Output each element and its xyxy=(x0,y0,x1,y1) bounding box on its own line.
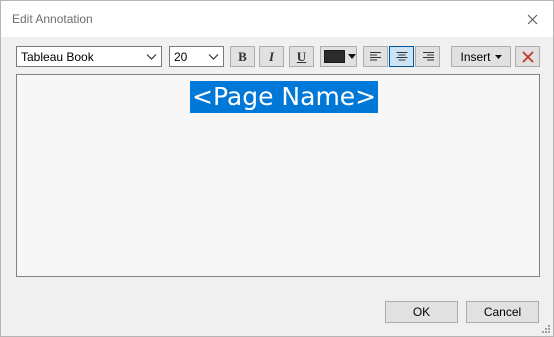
insert-label: Insert xyxy=(460,49,491,64)
ok-label: OK xyxy=(412,305,431,319)
resize-grip-icon[interactable] xyxy=(541,324,551,334)
align-right-icon xyxy=(422,52,434,61)
caret-down-icon xyxy=(348,54,356,59)
close-icon xyxy=(527,14,537,24)
insert-button[interactable]: Insert xyxy=(451,46,511,67)
cancel-label: Cancel xyxy=(483,305,522,319)
align-right-button[interactable] xyxy=(415,46,440,67)
font-color-button[interactable] xyxy=(320,46,357,67)
title-bar: Edit Annotation xyxy=(1,1,553,37)
edit-annotation-dialog: Edit Annotation Tableau Book 20 B I U In… xyxy=(0,0,554,337)
clear-x-icon xyxy=(521,50,534,63)
chevron-down-icon xyxy=(208,54,219,60)
bold-icon: B xyxy=(238,48,247,64)
ok-button[interactable]: OK xyxy=(385,301,458,323)
chevron-down-icon xyxy=(146,54,157,60)
align-left-button[interactable] xyxy=(363,46,388,67)
underline-icon: U xyxy=(296,48,307,64)
cancel-button[interactable]: Cancel xyxy=(466,301,539,323)
font-family-value: Tableau Book xyxy=(21,50,94,64)
font-size-value: 20 xyxy=(174,50,188,64)
clear-button[interactable] xyxy=(515,46,540,67)
align-center-icon xyxy=(396,52,407,61)
align-center-button[interactable] xyxy=(389,46,414,67)
align-left-icon xyxy=(369,52,381,61)
annotation-editor[interactable]: <Page Name> xyxy=(16,74,540,277)
font-family-select[interactable]: Tableau Book xyxy=(16,46,162,67)
selected-text[interactable]: <Page Name> xyxy=(190,81,379,113)
italic-icon: I xyxy=(268,48,275,64)
underline-button[interactable]: U xyxy=(289,46,314,67)
font-color-swatch xyxy=(324,50,345,63)
caret-down-icon xyxy=(494,54,502,59)
bold-button[interactable]: B xyxy=(230,46,255,67)
font-size-select[interactable]: 20 xyxy=(169,46,224,67)
close-button[interactable] xyxy=(519,6,545,32)
italic-button[interactable]: I xyxy=(259,46,284,67)
dialog-title: Edit Annotation xyxy=(12,12,93,26)
